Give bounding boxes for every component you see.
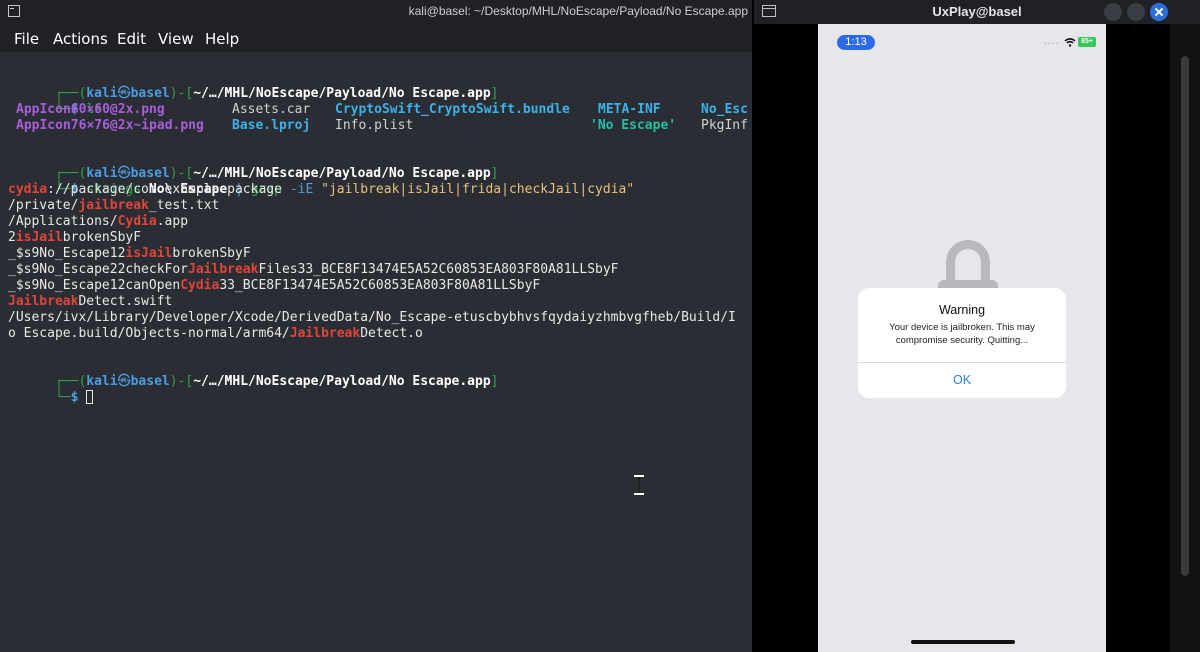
command-line[interactable]: └─$ (8, 374, 94, 422)
alert-ok-button[interactable]: OK (858, 363, 1066, 398)
wifi-icon (1064, 38, 1076, 47)
close-icon[interactable] (1150, 3, 1168, 21)
terminal-window[interactable]: kali@basel: ~/Desktop/MHL/NoEscape/Paylo… (0, 0, 752, 652)
output-line: /Users/ivx/Library/Developer/Xcode/Deriv… (8, 310, 736, 325)
iphone-screen[interactable]: 1:13 .... 85+ Warning Your device is jai… (818, 24, 1106, 652)
scrollbar-thumb[interactable] (1181, 56, 1189, 576)
output-line: /private/jailbreak_test.txt (8, 198, 220, 213)
terminal-titlebar[interactable]: kali@basel: ~/Desktop/MHL/NoEscape/Paylo… (0, 0, 752, 24)
terminal-output[interactable]: ┌──(kali㉿basel)-[~/…/MHL/NoEscape/Payloa… (0, 52, 752, 652)
output-line: 2isJailbrokenSbyF (8, 230, 142, 245)
menu-help[interactable]: Help (205, 30, 239, 48)
output-line: _$s9No_Escape12isJailbrokenSbyF (8, 246, 251, 261)
text-cursor (86, 390, 94, 404)
output-line: /Applications/Cydia.app (8, 214, 189, 229)
home-indicator[interactable] (911, 640, 1015, 644)
mirror-letterbox-left (754, 24, 818, 652)
alert-title: Warning (938, 303, 986, 317)
signal-dots: .... (1044, 37, 1060, 47)
battery-icon: 85+ (1078, 37, 1096, 47)
minimize-button[interactable] (1104, 3, 1122, 21)
menu-actions[interactable]: Actions (53, 30, 108, 48)
terminal-app-icon (8, 5, 20, 17)
status-time: 1:13 (837, 35, 875, 50)
jailbreak-alert-dialog: Warning Your device is jailbroken. This … (858, 288, 1066, 398)
terminal-menubar: File Actions Edit View Help (0, 24, 752, 52)
uxplay-window[interactable]: UxPlay@basel 1:13 .... 85+ Warning Your … (754, 0, 1200, 652)
text-cursor-icon (634, 475, 644, 495)
terminal-title: kali@basel: ~/Desktop/MHL/NoEscape/Paylo… (408, 4, 748, 18)
output-line: _$s9No_Escape12canOpenCydia33_BCE8F13474… (8, 278, 541, 293)
output-line: _$s9No_Escape22checkForJailbreakFiles33_… (8, 262, 619, 277)
maximize-button[interactable] (1127, 3, 1145, 21)
uxplay-titlebar[interactable]: UxPlay@basel (754, 0, 1200, 24)
alert-message: Your device is jailbroken. This may comp… (889, 322, 1035, 346)
output-line: cydia://package/com.example.package (8, 182, 282, 197)
output-line: o Escape.build/Objects-normal/arm64/Jail… (8, 326, 423, 341)
menu-edit[interactable]: Edit (117, 30, 146, 48)
menu-file[interactable]: File (14, 30, 39, 48)
menu-view[interactable]: View (158, 30, 194, 48)
output-line: JailbreakDetect.swift (8, 294, 173, 309)
